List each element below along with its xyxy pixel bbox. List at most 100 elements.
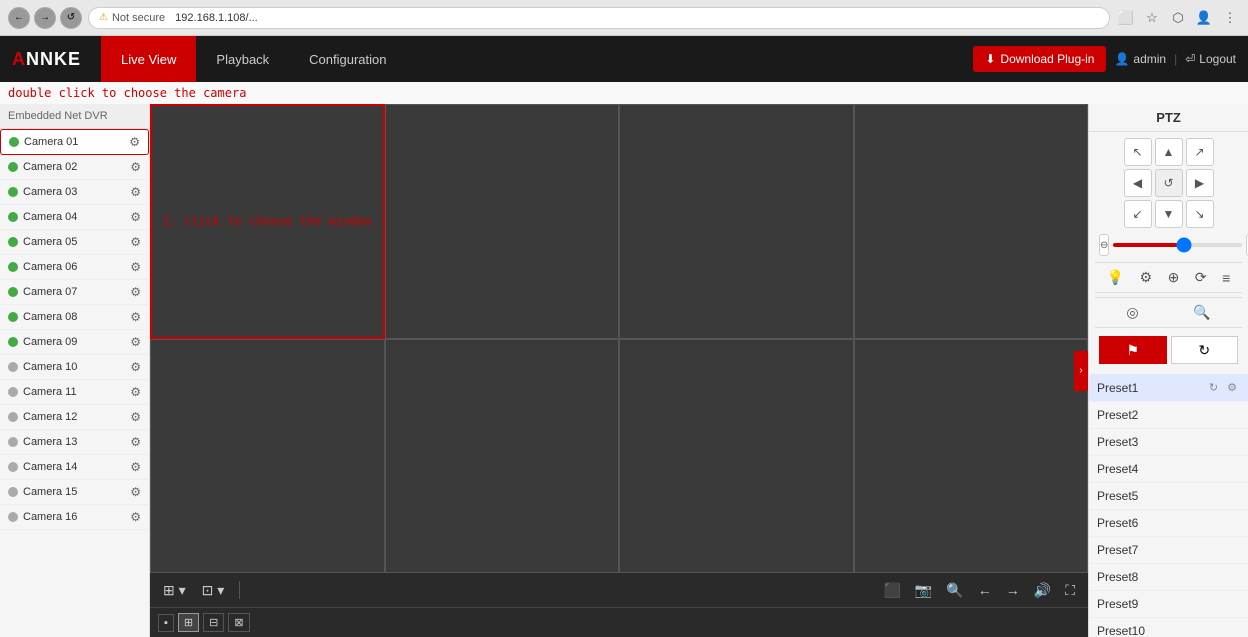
camera-settings-icon[interactable]: ⚙ [130,360,141,374]
next-button[interactable]: → [1001,579,1025,601]
layout-1x1-button[interactable]: ▪ [158,614,174,632]
camera-settings-icon[interactable]: ⚙ [130,185,141,199]
camera-settings-icon[interactable]: ⚙ [130,510,141,524]
ptz-upright-button[interactable]: ↗ [1186,138,1214,166]
ptz-down-button[interactable]: ▼ [1155,200,1183,228]
refresh-button[interactable]: ↺ [60,7,82,29]
video-cell-8[interactable] [854,339,1089,574]
preset-item-7[interactable]: Preset7 [1089,537,1248,564]
ptz-refresh-button[interactable]: ↺ [1155,169,1183,197]
sidebar-item-camera-9[interactable]: Camera 09 ⚙ [0,330,149,355]
video-cell-3[interactable] [619,104,854,339]
preset-item-1[interactable]: Preset1 ↻⚙ [1089,374,1248,402]
preset-item-2[interactable]: Preset2 [1089,402,1248,429]
ptz-wiper-icon[interactable]: ⚙ [1138,267,1155,288]
camera-settings-icon[interactable]: ⚙ [130,210,141,224]
fullscreen-button[interactable]: ⛶ [1060,579,1080,602]
ptz-up-button[interactable]: ▲ [1155,138,1183,166]
preset-item-10[interactable]: Preset10 [1089,618,1248,637]
camera-settings-icon[interactable]: ⚙ [130,410,141,424]
sidebar-item-camera-11[interactable]: Camera 11 ⚙ [0,380,149,405]
preset-item-9[interactable]: Preset9 [1089,591,1248,618]
ptz-right-button[interactable]: ▶ [1186,169,1214,197]
sidebar-item-camera-7[interactable]: Camera 07 ⚙ [0,280,149,305]
extensions-icon[interactable]: ⬜ [1116,8,1136,28]
camera-settings-icon[interactable]: ⚙ [130,160,141,174]
puzzle-icon[interactable]: ⬡ [1168,8,1188,28]
sidebar-item-camera-15[interactable]: Camera 15 ⚙ [0,480,149,505]
preset-goto-icon[interactable]: ↻ [1206,380,1221,395]
volume-button[interactable]: 🔊 [1029,579,1056,602]
video-cell-2[interactable] [385,104,620,339]
sidebar-item-camera-4[interactable]: Camera 04 ⚙ [0,205,149,230]
sidebar-item-camera-14[interactable]: Camera 14 ⚙ [0,455,149,480]
sidebar-item-camera-12[interactable]: Camera 12 ⚙ [0,405,149,430]
ptz-iris-icon[interactable]: ◎ [1124,302,1140,323]
back-button[interactable]: ← [8,7,30,29]
ptz-upleft-button[interactable]: ↖ [1124,138,1152,166]
ptz-downright-button[interactable]: ↘ [1186,200,1214,228]
sidebar-item-camera-6[interactable]: Camera 06 ⚙ [0,255,149,280]
bookmark-icon[interactable]: ☆ [1142,8,1162,28]
camera-settings-icon[interactable]: ⚙ [130,485,141,499]
zoom-out-btn[interactable]: ⊖ [1099,234,1109,256]
sidebar-item-camera-10[interactable]: Camera 10 ⚙ [0,355,149,380]
preset-item-6[interactable]: Preset6 [1089,510,1248,537]
sidebar-item-camera-5[interactable]: Camera 05 ⚙ [0,230,149,255]
sidebar-item-camera-8[interactable]: Camera 08 ⚙ [0,305,149,330]
video-cell-4[interactable] [854,104,1089,339]
sidebar-item-camera-2[interactable]: Camera 02 ⚙ [0,155,149,180]
stream-button[interactable]: ⊡ ▾ [197,579,230,602]
preset-item-8[interactable]: Preset8 [1089,564,1248,591]
layout-3x3-button[interactable]: ⊟ [203,613,224,632]
camera-settings-icon[interactable]: ⚙ [130,310,141,324]
video-cell-1[interactable]: 2. click to choose the window [150,104,385,339]
tab-live-view[interactable]: Live View [101,36,196,82]
video-cell-7[interactable] [619,339,854,574]
sidebar-item-camera-1[interactable]: Camera 01 ⚙ [0,129,149,155]
ptz-down-arrow[interactable]: ↙ [1124,200,1152,228]
tab-playback[interactable]: Playback [196,36,289,82]
ptz-light-icon[interactable]: 💡 [1105,267,1126,288]
snapshot-button[interactable]: 📷 [910,579,937,602]
download-plugin-button[interactable]: ⬇ Download Plug-in [973,46,1106,72]
camera-settings-icon[interactable]: ⚙ [130,235,141,249]
video-cell-5[interactable] [150,339,385,574]
ptz-center-icon[interactable]: ⊕ [1166,267,1182,288]
ptz-flip-icon[interactable]: ⟳ [1193,267,1209,288]
camera-settings-icon[interactable]: ⚙ [130,460,141,474]
camera-settings-icon[interactable]: ⚙ [130,385,141,399]
preset-item-3[interactable]: Preset3 [1089,429,1248,456]
camera-settings-icon[interactable]: ⚙ [130,435,141,449]
layout-button[interactable]: ⊞ ▾ [158,579,191,602]
video-cell-6[interactable] [385,339,620,574]
camera-settings-icon[interactable]: ⚙ [130,335,141,349]
preset-settings-icon[interactable]: ⚙ [1224,380,1240,395]
ptz-tab-preset[interactable]: ⚑ [1099,336,1167,364]
forward-button[interactable]: → [34,7,56,29]
ptz-menu-icon[interactable]: ≡ [1220,268,1232,288]
zoom-slider[interactable] [1113,243,1242,247]
ptz-left-button[interactable]: ◀ [1124,169,1152,197]
prev-button[interactable]: ← [973,579,997,601]
sidebar-item-camera-13[interactable]: Camera 13 ⚙ [0,430,149,455]
collapse-handle[interactable]: › [1074,351,1088,391]
profile-icon[interactable]: 👤 [1194,8,1214,28]
sidebar-item-camera-3[interactable]: Camera 03 ⚙ [0,180,149,205]
menu-icon[interactable]: ⋮ [1220,8,1240,28]
zoom-in-button[interactable]: 🔍 [941,579,968,602]
camera-settings-icon[interactable]: ⚙ [129,135,140,149]
logout-button[interactable]: ⏎ Logout [1185,52,1236,66]
tab-configuration[interactable]: Configuration [289,36,406,82]
ptz-tab-patrol[interactable]: ↻ [1171,336,1239,364]
preset-item-5[interactable]: Preset5 [1089,483,1248,510]
capture-all-button[interactable]: ⬛ [878,579,905,602]
camera-settings-icon[interactable]: ⚙ [130,285,141,299]
preset-item-4[interactable]: Preset4 [1089,456,1248,483]
sidebar-item-camera-16[interactable]: Camera 16 ⚙ [0,505,149,530]
layout-2x2-button[interactable]: ⊞ [178,613,199,632]
user-menu[interactable]: 👤 admin [1114,52,1166,66]
ptz-zoom-plus-icon[interactable]: 🔍 [1191,302,1212,323]
layout-4x4-button[interactable]: ⊠ [228,613,249,632]
camera-settings-icon[interactable]: ⚙ [130,260,141,274]
